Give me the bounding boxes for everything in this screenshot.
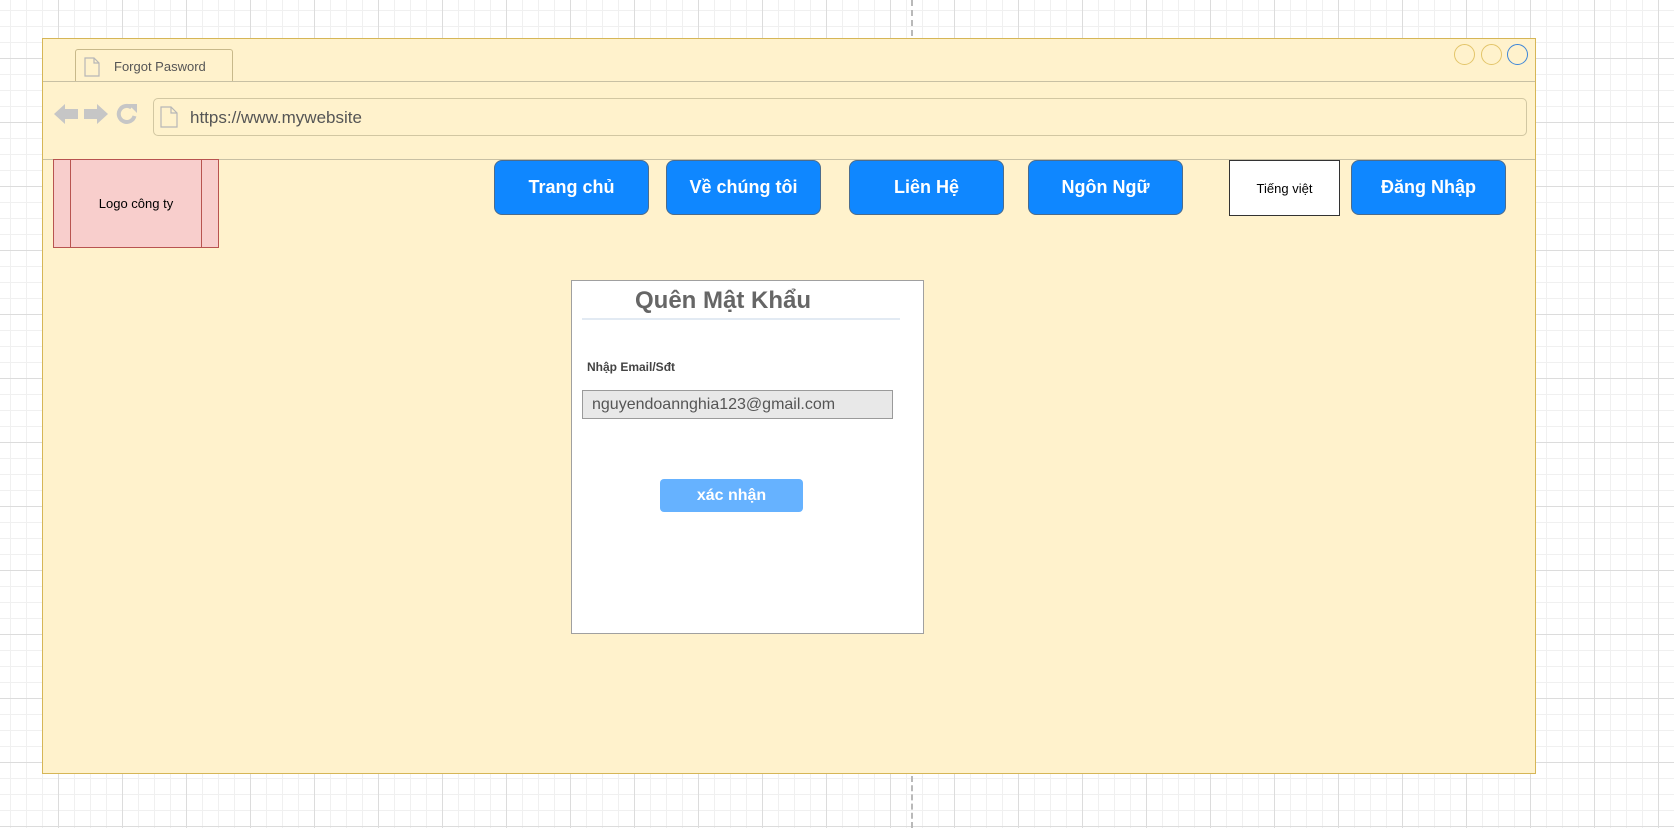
title-underline bbox=[582, 318, 900, 320]
tab-strip-divider bbox=[43, 81, 1535, 82]
company-logo[interactable]: Logo công ty bbox=[53, 159, 219, 248]
document-icon bbox=[84, 57, 100, 77]
refresh-icon[interactable] bbox=[115, 102, 139, 126]
browser-tab[interactable]: Forgot Pasword bbox=[75, 49, 233, 81]
tab-title: Forgot Pasword bbox=[114, 59, 206, 74]
forward-arrow-icon[interactable] bbox=[83, 103, 109, 125]
confirm-button[interactable]: xác nhận bbox=[660, 479, 803, 512]
login-button[interactable]: Đăng Nhập bbox=[1351, 160, 1506, 215]
close-button[interactable] bbox=[1507, 44, 1528, 65]
nav-home-button[interactable]: Trang chủ bbox=[494, 160, 649, 215]
maximize-button[interactable] bbox=[1481, 44, 1502, 65]
logo-label: Logo công ty bbox=[98, 196, 174, 211]
nav-contact-button[interactable]: Liên Hệ bbox=[849, 160, 1004, 215]
language-selector[interactable]: Tiếng việt bbox=[1229, 160, 1340, 216]
forgot-password-panel: Quên Mật Khẩu Nhập Email/Sđt xác nhận bbox=[571, 280, 924, 634]
nav-language-button[interactable]: Ngôn Ngữ bbox=[1028, 160, 1183, 215]
back-arrow-icon[interactable] bbox=[53, 103, 79, 125]
nav-about-button[interactable]: Về chúng tôi bbox=[666, 160, 821, 215]
minimize-button[interactable] bbox=[1454, 44, 1475, 65]
url-text: https://www.mywebsite bbox=[190, 108, 362, 127]
email-field-label: Nhập Email/Sđt bbox=[587, 360, 676, 374]
page-icon bbox=[160, 106, 178, 128]
canvas-guide-bottom bbox=[911, 776, 913, 828]
address-bar[interactable]: https://www.mywebsite bbox=[153, 98, 1527, 136]
canvas-guide-top bbox=[911, 0, 913, 36]
email-field[interactable] bbox=[582, 390, 893, 419]
form-title: Quên Mật Khẩu bbox=[634, 287, 811, 314]
browser-window: Forgot Pasword https://www.mywebsite Log… bbox=[42, 38, 1536, 774]
